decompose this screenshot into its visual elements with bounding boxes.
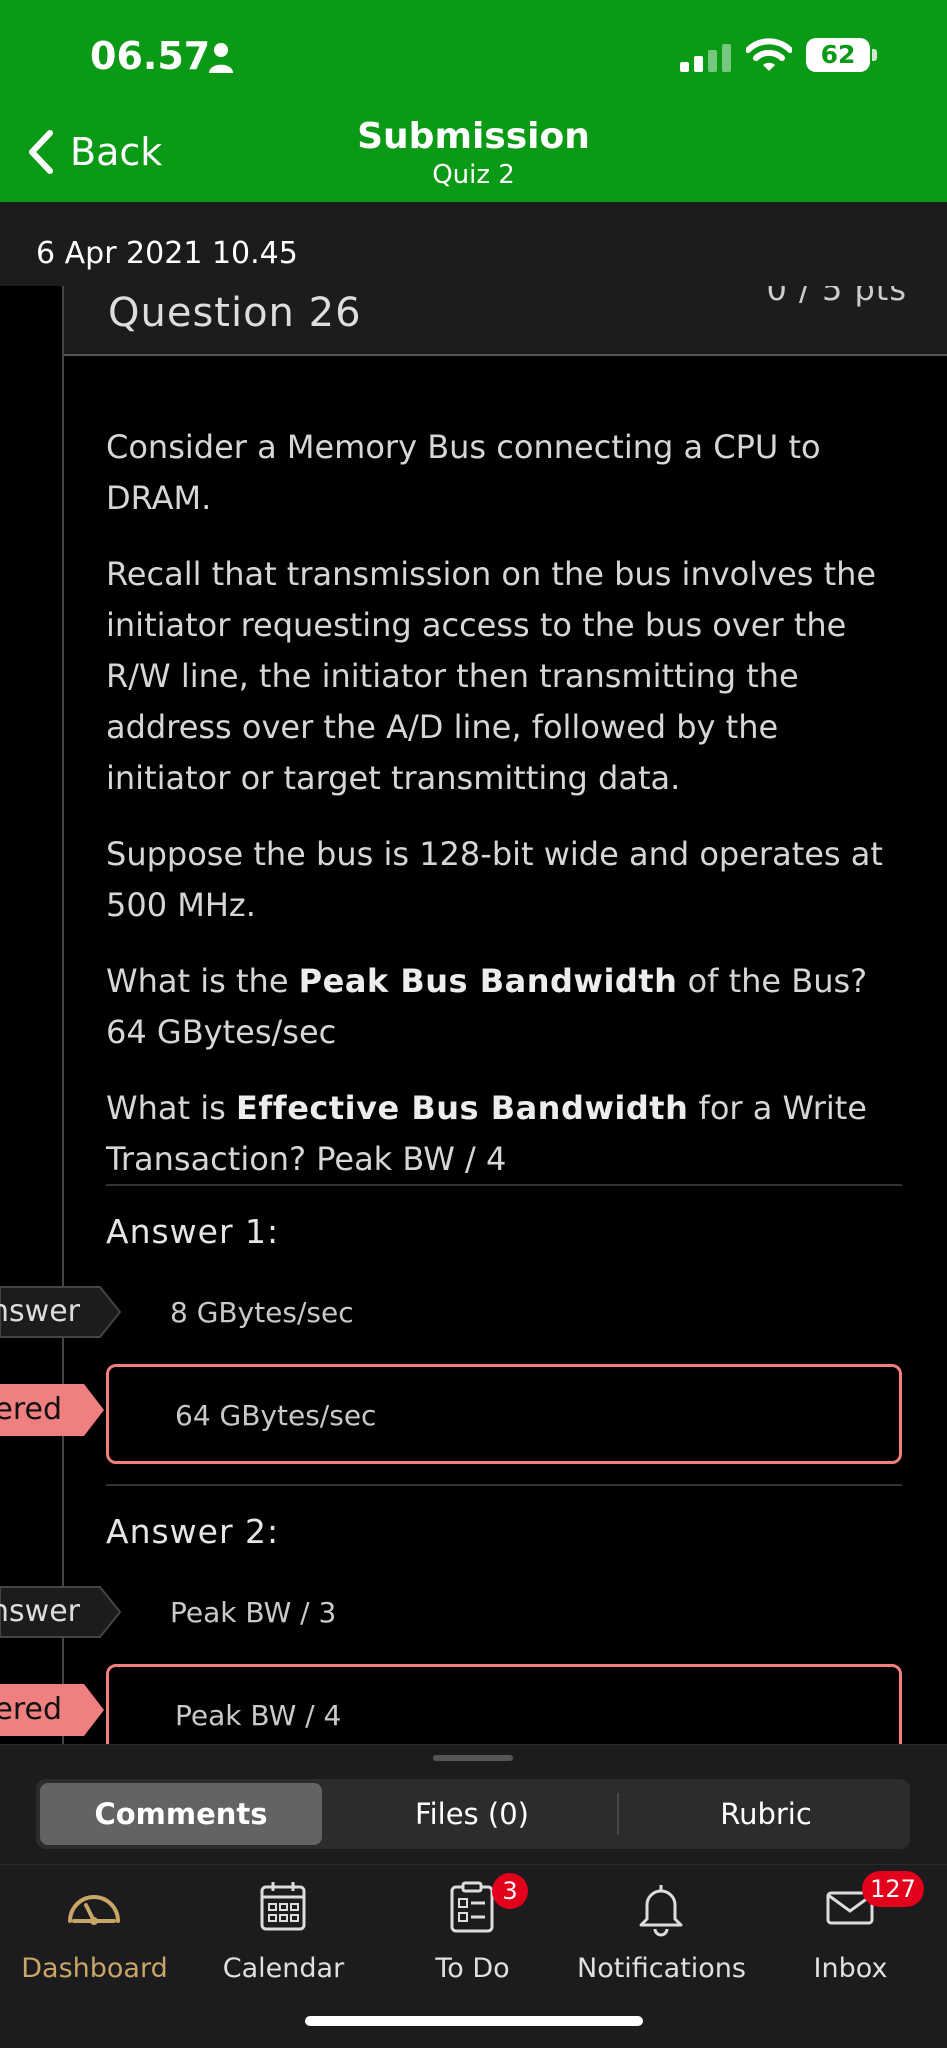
page-subtitle: Quiz 2 bbox=[432, 160, 515, 190]
incorrect-answer-box: Peak BW / 4 bbox=[106, 1664, 902, 1746]
given-answer-value: Peak BW / 4 bbox=[175, 1699, 342, 1732]
correct-answer-value: Peak BW / 3 bbox=[170, 1596, 337, 1629]
submission-content[interactable]: 0 / 5 pts Question 26 Consider a Memory … bbox=[0, 286, 947, 1746]
segment-divider bbox=[617, 1793, 619, 1835]
todo-badge: 3 bbox=[492, 1873, 528, 1909]
submission-date: 6 Apr 2021 10.45 bbox=[36, 236, 298, 271]
calendar-icon bbox=[260, 1882, 306, 1931]
correct-answer-tag: nswer bbox=[0, 1286, 122, 1338]
page-title: Submission bbox=[357, 116, 590, 157]
question-title: Question 26 bbox=[108, 290, 362, 336]
dashboard-icon bbox=[68, 1895, 120, 1925]
question-paragraph: Consider a Memory Bus connecting a CPU t… bbox=[106, 428, 821, 517]
answer-heading: Answer 2: bbox=[106, 1512, 280, 1551]
your-answer-tag: ered bbox=[0, 1684, 104, 1736]
question-paragraph: Recall that transmission on the bus invo… bbox=[106, 555, 877, 797]
correct-answer-value: 8 GBytes/sec bbox=[170, 1296, 354, 1329]
tab-label: Inbox bbox=[813, 1953, 888, 1984]
question-text: Consider a Memory Bus connecting a CPU t… bbox=[106, 422, 906, 1210]
home-indicator bbox=[305, 2016, 643, 2026]
status-time: 06.57 bbox=[90, 34, 211, 78]
person-icon bbox=[209, 43, 233, 73]
incorrect-answer-box: 64 GBytes/sec bbox=[106, 1364, 902, 1464]
question-paragraph: Suppose the bus is 128-bit wide and oper… bbox=[106, 835, 883, 924]
answer-heading: Answer 1: bbox=[106, 1212, 280, 1251]
tab-label: Calendar bbox=[222, 1953, 345, 1984]
question-header: 0 / 5 pts Question 26 bbox=[64, 286, 947, 356]
question-part-1: What is the Peak Bus Bandwidth of the Bu… bbox=[106, 962, 868, 1051]
your-answer-tag: ered bbox=[0, 1384, 104, 1436]
tab-dashboard[interactable]: Dashboard bbox=[0, 1865, 189, 1995]
question-points: 0 / 5 pts bbox=[766, 286, 907, 308]
divider bbox=[106, 1184, 902, 1186]
tab-inbox[interactable]: 127 Inbox bbox=[756, 1865, 945, 1995]
battery-tip bbox=[872, 49, 877, 61]
wifi-icon bbox=[746, 38, 792, 71]
tab-comments[interactable]: Comments bbox=[40, 1783, 322, 1845]
segmented-control: Comments Files (0) Rubric bbox=[36, 1779, 910, 1849]
battery-level: 62 bbox=[806, 38, 870, 72]
cellular-signal-icon bbox=[680, 44, 731, 72]
tab-label: Notifications bbox=[577, 1953, 746, 1984]
tab-label: Dashboard bbox=[21, 1953, 168, 1984]
question-part-2: What is Effective Bus Bandwidth for a Wr… bbox=[106, 1089, 867, 1178]
bell-icon bbox=[639, 1885, 683, 1937]
tab-files[interactable]: Files (0) bbox=[332, 1783, 612, 1845]
tab-todo[interactable]: 3 To Do bbox=[378, 1865, 567, 1995]
tab-notifications[interactable]: Notifications bbox=[567, 1865, 756, 1995]
tab-rubric[interactable]: Rubric bbox=[626, 1783, 906, 1845]
given-answer-value: 64 GBytes/sec bbox=[175, 1399, 377, 1432]
battery-indicator: 62 bbox=[806, 38, 877, 72]
tab-label: To Do bbox=[435, 1953, 510, 1984]
inbox-badge: 127 bbox=[862, 1871, 924, 1907]
divider bbox=[106, 1484, 902, 1486]
sheet-grabber[interactable] bbox=[433, 1755, 513, 1761]
header-bar: 06.57 62 Back Submission Quiz 2 bbox=[0, 0, 947, 202]
correct-answer-tag: nswer bbox=[0, 1586, 122, 1638]
bottom-sheet[interactable]: Comments Files (0) Rubric bbox=[0, 1744, 947, 1864]
tab-calendar[interactable]: Calendar bbox=[189, 1865, 378, 1995]
